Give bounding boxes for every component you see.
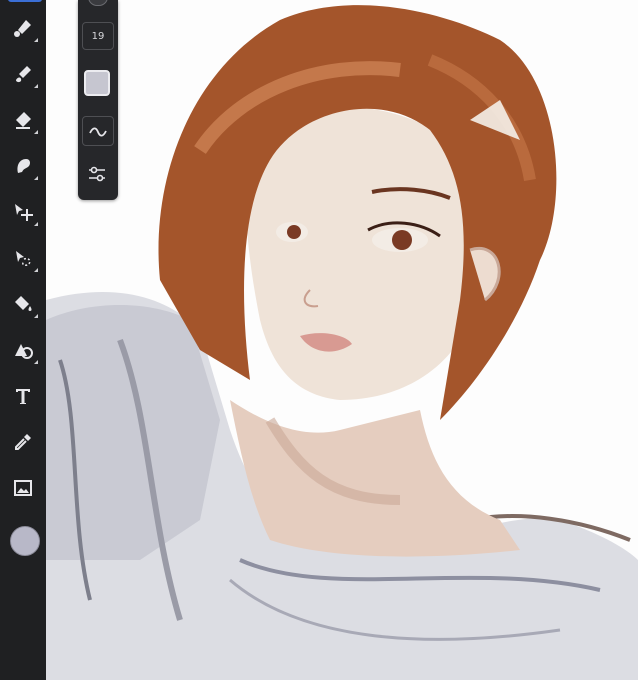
- fill-bucket-icon: [12, 293, 34, 319]
- artwork: [46, 5, 638, 680]
- panel-handle[interactable]: [88, 0, 108, 6]
- brush-settings-button[interactable]: [82, 162, 112, 190]
- eraser-icon: [12, 109, 34, 135]
- eyedropper-icon: [12, 431, 34, 457]
- eyedropper-tool[interactable]: [0, 424, 46, 464]
- brush-icon: [12, 17, 34, 43]
- image-icon: [12, 477, 34, 503]
- lasso-select-tool[interactable]: [0, 240, 46, 280]
- smudge-tool[interactable]: [0, 148, 46, 188]
- brush-opacity-swatch[interactable]: [84, 70, 110, 96]
- move-transform-icon: [12, 201, 34, 227]
- shape-tool[interactable]: [0, 332, 46, 372]
- eraser-tool[interactable]: [0, 102, 46, 142]
- brush-size-value[interactable]: 19: [82, 22, 114, 50]
- text-tool[interactable]: [0, 378, 46, 418]
- wave-icon: [89, 122, 107, 141]
- brush-tool[interactable]: [0, 10, 46, 50]
- shape-icon: [12, 339, 34, 365]
- image-tool[interactable]: [0, 470, 46, 510]
- lasso-select-icon: [12, 247, 34, 273]
- brush-settings-panel: 19: [78, 0, 118, 200]
- active-tool-indicator: [8, 0, 42, 2]
- current-color-swatch[interactable]: [10, 526, 40, 556]
- smoothing-button[interactable]: [82, 116, 114, 146]
- blend-brush-icon: [12, 63, 34, 89]
- text-icon: [12, 385, 34, 411]
- fill-bucket-tool[interactable]: [0, 286, 46, 326]
- sliders-icon: [87, 166, 107, 186]
- blend-brush-tool[interactable]: [0, 56, 46, 96]
- drawing-canvas[interactable]: [46, 0, 638, 680]
- smudge-icon: [12, 155, 34, 181]
- move-transform-tool[interactable]: [0, 194, 46, 234]
- tool-sidebar: [0, 0, 46, 680]
